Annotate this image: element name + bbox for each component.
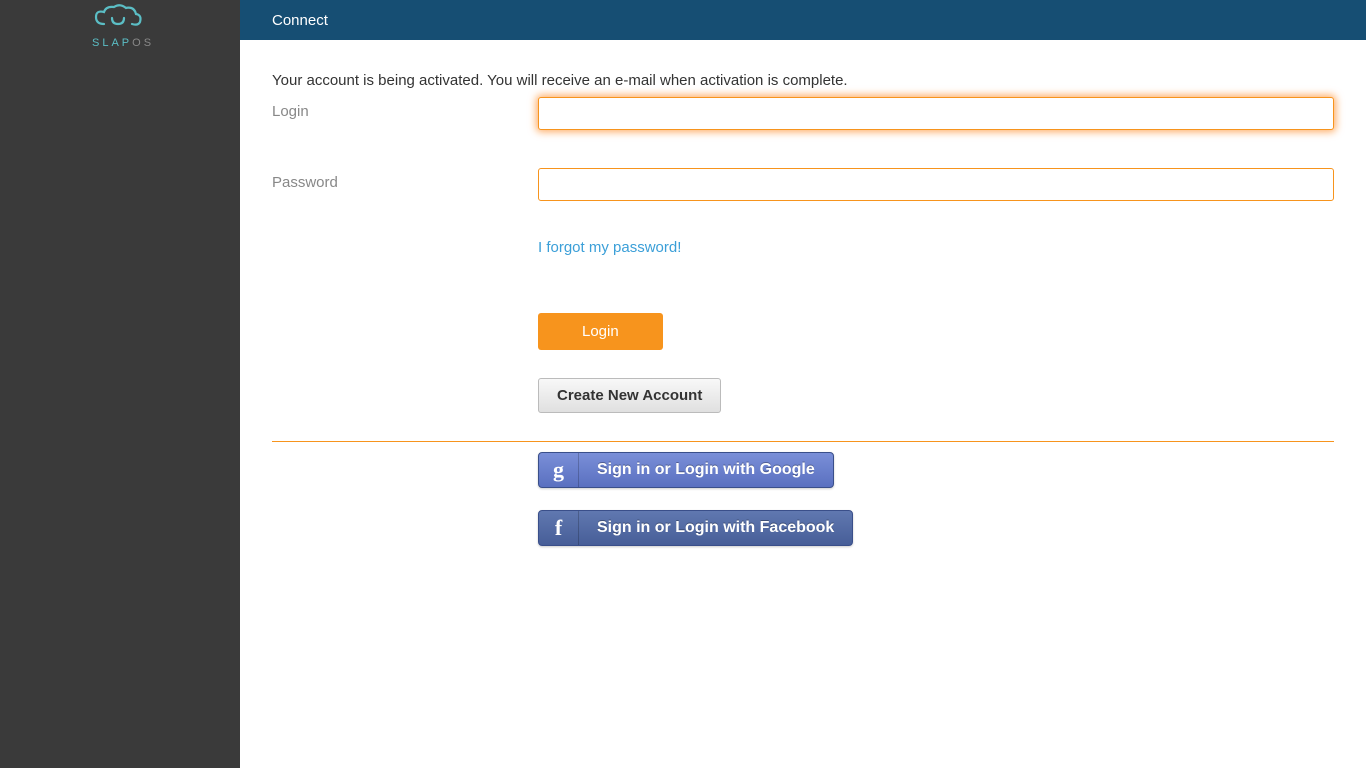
google-login-button[interactable]: g Sign in or Login with Google [538, 452, 834, 488]
main-area: Connect Your account is being activated.… [240, 0, 1366, 768]
facebook-login-label: Sign in or Login with Facebook [579, 511, 852, 545]
login-button[interactable]: Login [538, 313, 663, 350]
login-row: Login [272, 97, 1334, 130]
page-title: Connect [272, 12, 328, 29]
forgot-password-link[interactable]: I forgot my password! [538, 239, 681, 256]
password-row: Password [272, 168, 1334, 201]
create-account-button[interactable]: Create New Account [538, 378, 721, 413]
password-input[interactable] [538, 168, 1334, 201]
header-bar: Connect [240, 0, 1366, 40]
sidebar: SLAPOS [0, 0, 240, 768]
google-icon: g [539, 453, 579, 487]
facebook-login-button[interactable]: f Sign in or Login with Facebook [538, 510, 853, 546]
logo: SLAPOS [0, 0, 240, 49]
login-label: Login [272, 97, 538, 130]
cloud-icon [92, 4, 240, 37]
divider [272, 441, 1334, 442]
activation-notice: Your account is being activated. You wil… [272, 72, 1334, 89]
logo-text: SLAPOS [92, 37, 240, 49]
password-label: Password [272, 168, 538, 201]
facebook-icon: f [539, 511, 579, 545]
content: Your account is being activated. You wil… [240, 40, 1366, 568]
google-login-label: Sign in or Login with Google [579, 453, 833, 487]
login-input[interactable] [538, 97, 1334, 130]
